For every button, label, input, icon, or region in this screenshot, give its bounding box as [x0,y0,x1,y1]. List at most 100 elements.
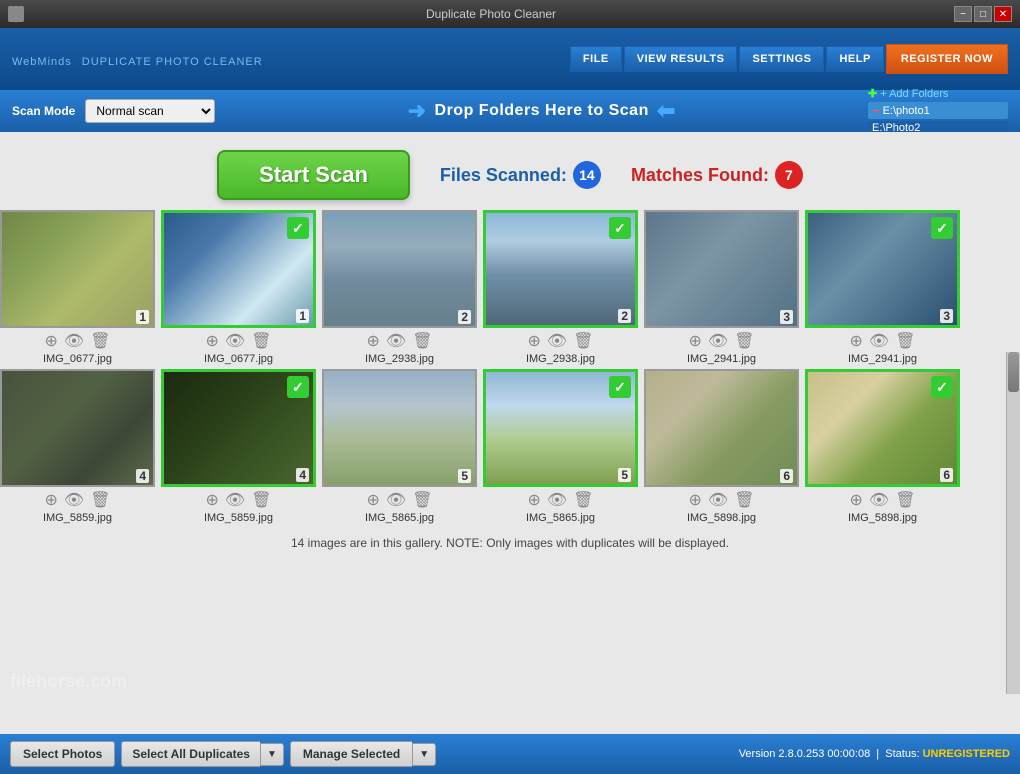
delete-icon[interactable]: 🗑 [734,490,754,510]
register-button[interactable]: REGISTER NOW [886,44,1008,74]
view-icon[interactable]: 👁 [225,331,245,351]
maximize-button[interactable]: □ [974,6,992,22]
add-icon[interactable]: ⊕ [688,490,701,510]
photo-thumb-2941-1[interactable]: 3 [644,210,799,328]
photo-item-2941-2: ✓ 3 ⊕ 👁 🗑 IMG_2941.jpg [805,210,960,365]
main-content: Start Scan Files Scanned: 14 Matches Fou… [0,132,1020,734]
photo-name-5859-1: IMG_5859.jpg [43,512,112,524]
view-icon[interactable]: 👁 [708,331,728,351]
view-icon[interactable]: 👁 [386,490,406,510]
folder-entry-1[interactable]: − E:\photo1 [868,102,1008,119]
view-results-button[interactable]: VIEW RESULTS [624,46,738,72]
delete-icon[interactable]: 🗑 [90,490,110,510]
delete-icon[interactable]: 🗑 [251,490,271,510]
view-icon[interactable]: 👁 [547,490,567,510]
remove-folder-icon[interactable]: − [872,103,880,118]
scan-controls: Start Scan Files Scanned: 14 Matches Fou… [0,132,1020,210]
minimize-button[interactable]: − [954,6,972,22]
settings-button[interactable]: SETTINGS [739,46,824,72]
view-icon[interactable]: 👁 [708,490,728,510]
scroll-thumb[interactable] [1008,352,1019,392]
photo-thumb-2938-1[interactable]: 2 [322,210,477,328]
photo-thumb-0677-2[interactable]: ✓ 1 [161,210,316,328]
file-menu-button[interactable]: FILE [570,46,622,72]
drop-zone[interactable]: ➜ Drop Folders Here to Scan ⬅ [225,98,858,124]
delete-icon[interactable]: 🗑 [412,331,432,351]
add-icon[interactable]: ⊕ [366,490,379,510]
delete-icon[interactable]: 🗑 [734,331,754,351]
photo-actions-0677-1: ⊕ 👁 🗑 [44,331,110,351]
group-number: 5 [618,468,631,482]
add-icon[interactable]: ⊕ [44,490,57,510]
photo-thumb-2938-2[interactable]: ✓ 2 [483,210,638,328]
add-icon[interactable]: ⊕ [205,490,218,510]
photo-name-2938-2: IMG_2938.jpg [526,353,595,365]
window-title: Duplicate Photo Cleaner [28,7,954,21]
add-folder-button[interactable]: ✚ + Add Folders [868,87,948,100]
files-scanned-label: Files Scanned: [440,165,567,186]
selected-check: ✓ [931,217,953,239]
add-icon[interactable]: ⊕ [366,331,379,351]
photo-thumb-5898-1[interactable]: 6 [644,369,799,487]
add-icon[interactable]: ⊕ [688,331,701,351]
select-all-duplicates-button[interactable]: Select All Duplicates [121,741,260,767]
select-photos-button[interactable]: Select Photos [10,741,115,767]
add-icon[interactable]: ⊕ [205,331,218,351]
matches-found-label: Matches Found: [631,165,769,186]
scan-mode-select[interactable]: Normal scan Fast scan Deep scan [85,99,215,123]
selected-check: ✓ [609,217,631,239]
add-icon[interactable]: ⊕ [527,490,540,510]
delete-icon[interactable]: 🗑 [251,331,271,351]
group-number: 5 [458,469,471,483]
view-icon[interactable]: 👁 [547,331,567,351]
close-button[interactable]: ✕ [994,6,1012,22]
view-icon[interactable]: 👁 [64,331,84,351]
brand: WebMinds DUPLICATE PHOTO CLEANER [12,49,267,70]
select-all-dropdown-arrow[interactable]: ▼ [260,743,284,766]
window-controls: − □ ✕ [954,6,1012,22]
manage-selected-button[interactable]: Manage Selected [290,741,412,767]
group-number: 1 [136,310,149,324]
delete-icon[interactable]: 🗑 [90,331,110,351]
add-icon[interactable]: ⊕ [44,331,57,351]
photo-thumb-5898-2[interactable]: ✓ 6 [805,369,960,487]
photo-actions-5898-2: ⊕ 👁 🗑 [849,490,915,510]
start-scan-button[interactable]: Start Scan [217,150,410,200]
view-icon[interactable]: 👁 [64,490,84,510]
photo-thumb-5859-1[interactable]: 4 [0,369,155,487]
view-icon[interactable]: 👁 [386,331,406,351]
arrow-left-icon: ⬅ [657,98,676,124]
group-number: 2 [458,310,471,324]
status-bar: Select Photos Select All Duplicates ▼ Ma… [0,734,1020,774]
add-icon[interactable]: ⊕ [849,331,862,351]
view-icon[interactable]: 👁 [225,490,245,510]
add-icon[interactable]: ⊕ [849,490,862,510]
photo-name-5859-2: IMG_5859.jpg [204,512,273,524]
matches-found-stat: Matches Found: 7 [631,161,803,189]
delete-icon[interactable]: 🗑 [573,490,593,510]
manage-selected-dropdown-arrow[interactable]: ▼ [412,743,436,766]
scrollbar[interactable] [1006,352,1020,694]
view-icon[interactable]: 👁 [869,331,889,351]
group-number: 3 [940,309,953,323]
delete-icon[interactable]: 🗑 [573,331,593,351]
photo-item-2941-1: 3 ⊕ 👁 🗑 IMG_2941.jpg [644,210,799,365]
delete-icon[interactable]: 🗑 [895,331,915,351]
photo-thumb-5859-2[interactable]: ✓ 4 [161,369,316,487]
delete-icon[interactable]: 🗑 [412,490,432,510]
photo-thumb-5865-1[interactable]: 5 [322,369,477,487]
delete-icon[interactable]: 🗑 [895,490,915,510]
photo-thumb-2941-2[interactable]: ✓ 3 [805,210,960,328]
photo-actions-5859-1: ⊕ 👁 🗑 [44,490,110,510]
watermark: filehorse.com [10,671,127,692]
photo-name-5865-1: IMG_5865.jpg [365,512,434,524]
add-icon[interactable]: ⊕ [527,331,540,351]
photo-thumb-0677-1[interactable]: 1 [0,210,155,328]
files-scanned-stat: Files Scanned: 14 [440,161,601,189]
group-number: 6 [780,469,793,483]
photo-thumb-5865-2[interactable]: ✓ 5 [483,369,638,487]
unselected-overlay [324,212,475,326]
view-icon[interactable]: 👁 [869,490,889,510]
help-button[interactable]: HELP [826,46,883,72]
folder-path-1: E:\photo1 [883,105,930,117]
